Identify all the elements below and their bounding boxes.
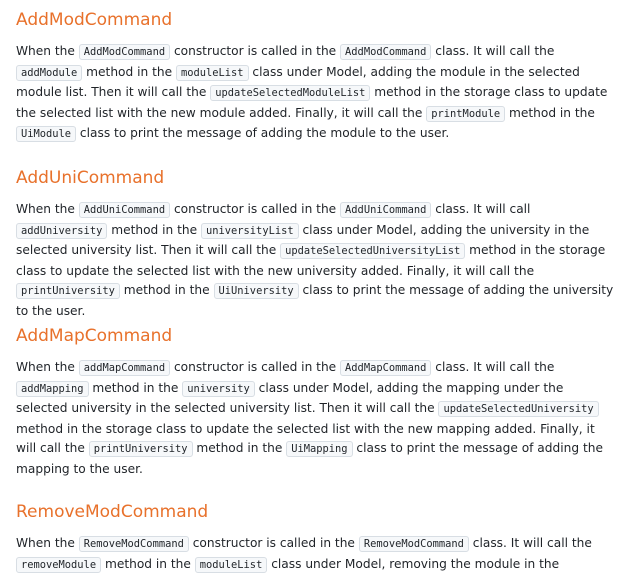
- section-add-map-command: AddMapCommand When the addMapCommand con…: [0, 326, 628, 479]
- inline-code: updateSelectedModuleList: [210, 85, 371, 101]
- inline-code: updateSelectedUniversity: [438, 401, 599, 417]
- paragraph-text: class to print the message of adding the…: [76, 126, 450, 140]
- section-heading: RemoveModCommand: [16, 502, 209, 522]
- paragraph-text: method in the: [192, 441, 287, 455]
- inline-code: UiMapping: [286, 441, 353, 457]
- paragraph-text: class. It will call the: [431, 44, 555, 58]
- inline-code: UiModule: [16, 126, 77, 142]
- paragraph-text: method in the: [82, 64, 176, 79]
- inline-code: printUniversity: [88, 441, 193, 457]
- inline-code: RemoveModCommand: [78, 536, 189, 552]
- inline-code: AddModCommand: [340, 44, 432, 60]
- paragraph-text: When the: [16, 360, 79, 374]
- inline-code: RemoveModCommand: [358, 536, 469, 552]
- section-heading: AddUniCommand: [16, 168, 165, 188]
- inline-code: UiUniversity: [213, 283, 299, 299]
- inline-code: updateSelectedUniversityList: [280, 243, 466, 259]
- inline-code: moduleList: [194, 556, 268, 573]
- document-page: AddModCommand When the AddModCommand con…: [0, 0, 628, 578]
- paragraph-text: constructor is called in the: [188, 536, 359, 550]
- section-heading: AddMapCommand: [16, 326, 173, 346]
- section-paragraph: When the AddUniCommand constructor is ca…: [16, 200, 614, 321]
- inline-code: addMapCommand: [78, 360, 171, 376]
- paragraph-text: When the: [16, 44, 79, 58]
- section-heading: AddModCommand: [16, 10, 173, 30]
- inline-code: universityList: [201, 222, 299, 239]
- inline-code: university: [182, 380, 255, 397]
- section-add-uni-command: AddUniCommand When the AddUniCommand con…: [0, 168, 628, 321]
- paragraph-text: method in the: [119, 283, 214, 297]
- section-paragraph: When the addMapCommand constructor is ca…: [16, 358, 614, 479]
- paragraph-text: method in the: [107, 222, 202, 237]
- paragraph-text: method in the: [101, 556, 195, 571]
- inline-code: AddModCommand: [78, 44, 171, 60]
- paragraph-text: constructor is called in the: [170, 44, 341, 58]
- section-add-mod-command: AddModCommand When the AddModCommand con…: [0, 10, 628, 145]
- section-remove-mod-command: RemoveModCommand When the RemoveModComma…: [0, 502, 628, 578]
- inline-code: printUniversity: [16, 283, 120, 299]
- paragraph-text: When the: [16, 202, 79, 216]
- inline-code: removeModule: [16, 556, 102, 573]
- paragraph-text: method in the: [505, 105, 595, 120]
- section-paragraph: When the AddModCommand constructor is ca…: [16, 42, 614, 145]
- inline-code: moduleList: [176, 64, 249, 81]
- paragraph-text: constructor is called in the: [170, 202, 341, 216]
- inline-code: AddMapCommand: [340, 360, 432, 376]
- section-paragraph: When the RemoveModCommand constructor is…: [16, 534, 614, 578]
- paragraph-text: class. It will call the: [431, 360, 555, 374]
- inline-code: addUniversity: [16, 222, 108, 239]
- inline-code: AddUniCommand: [340, 202, 432, 218]
- paragraph-text: method in the: [88, 380, 183, 395]
- inline-code: addModule: [16, 64, 83, 81]
- inline-code: printModule: [426, 105, 506, 122]
- inline-code: AddUniCommand: [78, 202, 171, 218]
- inline-code: addMapping: [16, 380, 89, 397]
- paragraph-text: class. It will call: [431, 202, 531, 216]
- paragraph-text: constructor is called in the: [170, 360, 341, 374]
- paragraph-text: When the: [16, 536, 79, 550]
- paragraph-text: class. It will call the: [468, 536, 592, 550]
